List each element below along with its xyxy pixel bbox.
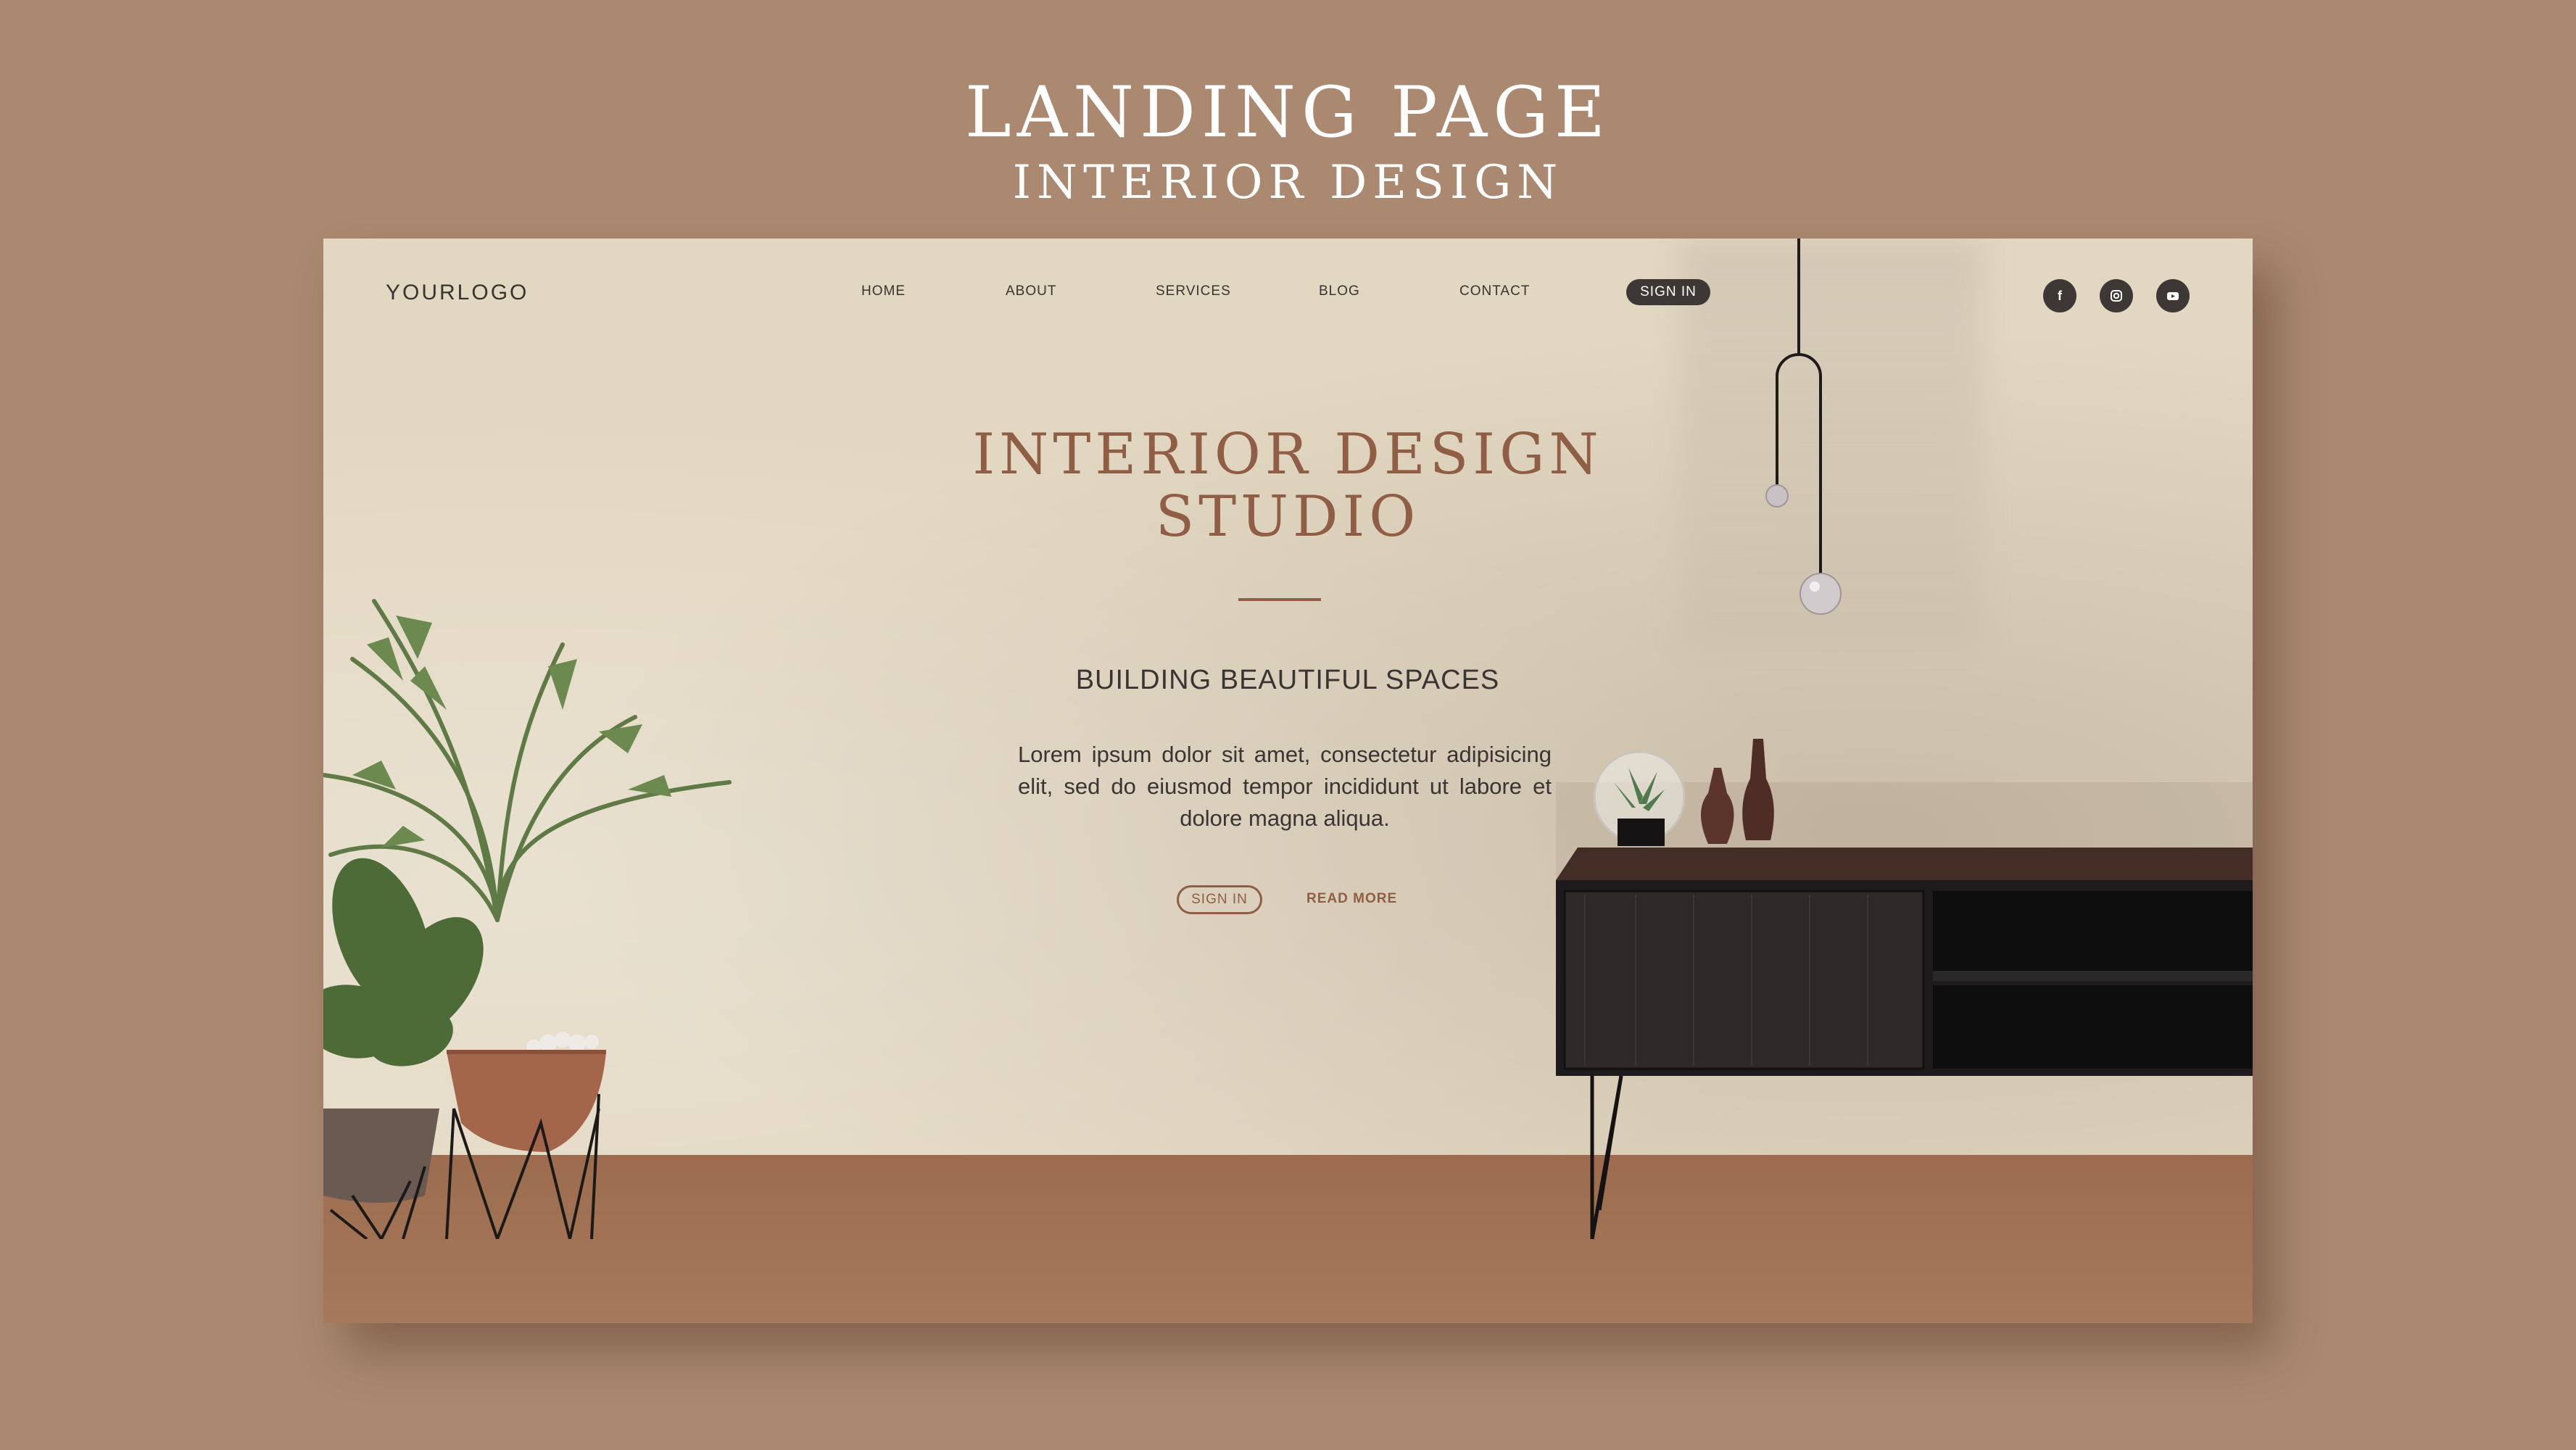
hero-title-line1: INTERIOR DESIGN [972,422,1603,487]
site-logo[interactable]: YOURLOGO [386,281,529,305]
facebook-glyph: f [2058,289,2062,303]
sideboard-illustration [1556,739,2253,1240]
nav-link-blog[interactable]: BLOG [1319,283,1360,299]
hero-title-line2: STUDIO [1155,484,1420,550]
nav-link-services[interactable]: SERVICES [1156,283,1231,299]
showcase-title-line1: LANDING PAGE [964,72,1612,153]
nav-link-contact[interactable]: CONTACT [1459,283,1530,299]
showcase-title: LANDING PAGE INTERIOR DESIGN [0,72,2576,213]
youtube-icon[interactable] [2156,279,2190,312]
instagram-glyph [2111,290,2122,302]
potted-plants-illustration [323,599,732,1239]
facebook-icon[interactable]: f [2043,279,2076,312]
youtube-glyph [2167,292,2179,300]
showcase-title-line2: INTERIOR DESIGN [1012,156,1564,210]
nav-link-home[interactable]: HOME [861,283,906,299]
hero-title: INTERIOR DESIGN STUDIO [961,423,1614,548]
nav-link-about[interactable]: ABOUT [1006,283,1056,299]
instagram-icon[interactable] [2100,279,2133,312]
hero-body-text: Lorem ipsum dolor sit amet, consectetur … [1018,742,1552,831]
read-more-link[interactable]: READ MORE [1306,891,1397,907]
landing-page-mockup: YOURLOGO HOME ABOUT SERVICES BLOG CONTAC… [323,239,2253,1323]
nav-sign-in-button[interactable]: SIGN IN [1626,279,1710,305]
hero-sign-in-button[interactable]: SIGN IN [1177,885,1262,914]
top-navigation: YOURLOGO HOME ABOUT SERVICES BLOG CONTAC… [323,239,2253,355]
hero-subtitle: BUILDING BEAUTIFUL SPACES [1075,665,1500,695]
hero-divider [1238,598,1321,601]
